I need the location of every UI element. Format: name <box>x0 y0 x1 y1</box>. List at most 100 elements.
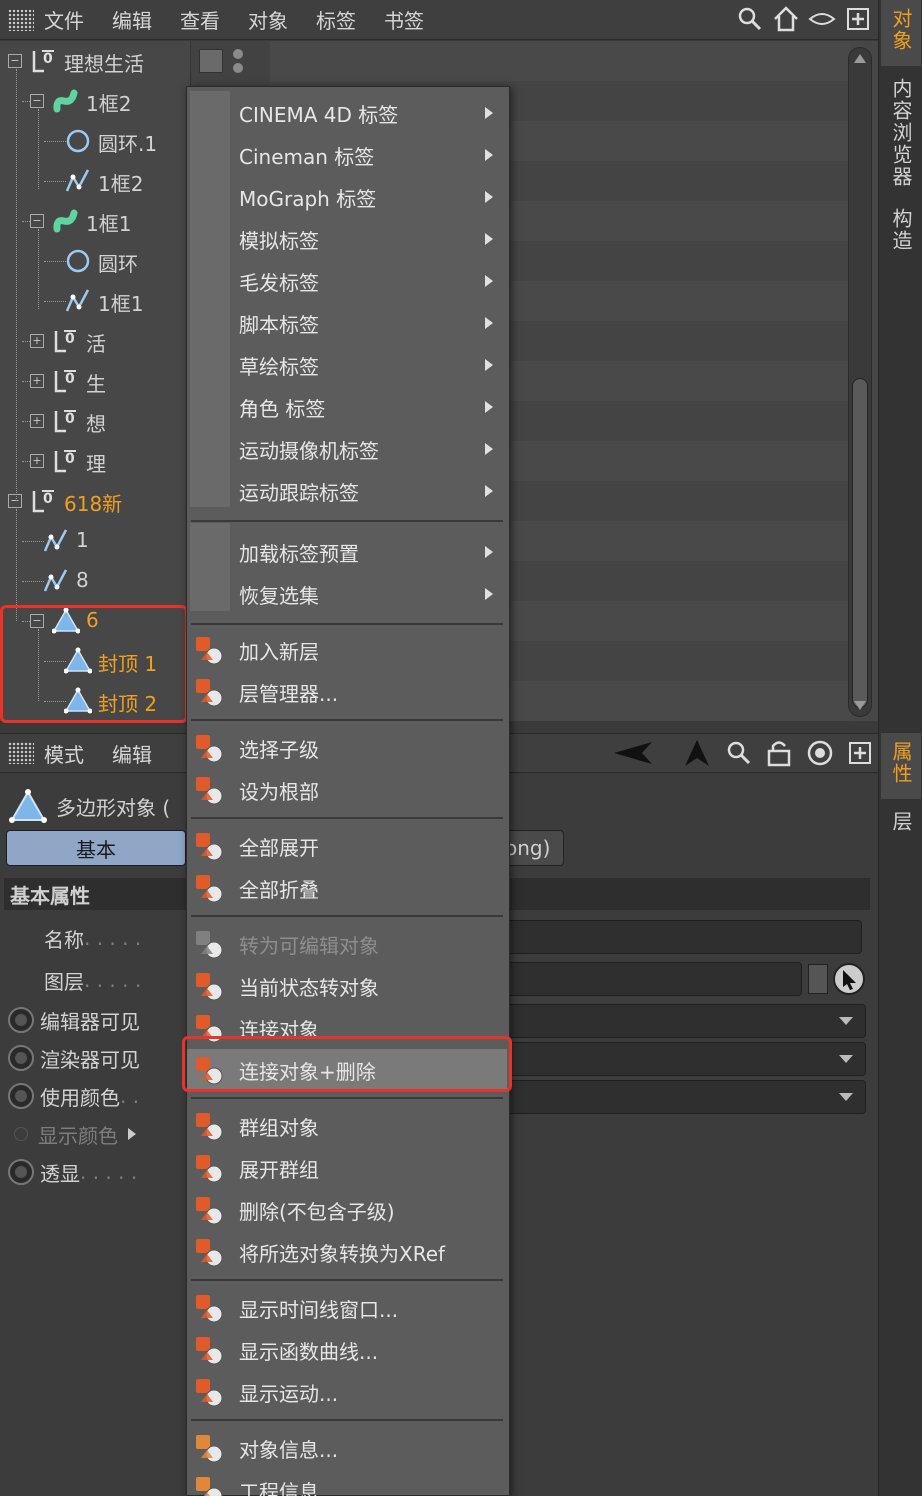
menu-item-group-1[interactable]: 展开群组 <box>187 1147 507 1189</box>
editor-visible-radio[interactable] <box>8 1007 34 1033</box>
menu-item-show-0[interactable]: 显示时间线窗口... <box>187 1287 507 1329</box>
panel-grip-icon[interactable] <box>8 8 34 31</box>
menu-item-show-1[interactable]: 显示函数曲线... <box>187 1329 507 1371</box>
use-color-radio[interactable] <box>8 1083 34 1109</box>
menu-item-layer-1[interactable]: 层管理器... <box>187 671 507 713</box>
object-label[interactable]: 圆环 <box>98 248 138 277</box>
menu-item-tag-5[interactable]: 脚本标签 <box>187 302 507 344</box>
attr-panel-grip-icon[interactable] <box>8 742 34 764</box>
expand-icon[interactable]: + <box>30 454 44 468</box>
menu-item-preset-0[interactable]: 加载标签预置 <box>187 531 507 573</box>
object-scrollbar[interactable] <box>848 47 872 717</box>
menu-item-convert-3[interactable]: 连接对象+删除 <box>187 1049 507 1091</box>
menu-item-tag-1[interactable]: Cineman 标签 <box>187 134 507 176</box>
up-arrow-icon[interactable] <box>682 738 712 768</box>
object-label[interactable]: 1框2 <box>86 88 131 117</box>
object-label[interactable]: 8 <box>76 568 89 592</box>
menu-item-hierarchy-0[interactable]: 选择子级 <box>187 727 507 769</box>
display-color-expand-icon[interactable] <box>128 1128 136 1140</box>
menu-item-tag-3[interactable]: 模拟标签 <box>187 218 507 260</box>
menu-item-tag-8[interactable]: 运动摄像机标签 <box>187 428 507 470</box>
menu-item-tag-7[interactable]: 角色 标签 <box>187 386 507 428</box>
pick-cursor-icon[interactable] <box>832 962 866 996</box>
menu-item-show-2[interactable]: 显示运动... <box>187 1371 507 1413</box>
object-label[interactable]: 封顶 2 <box>98 688 157 717</box>
attr-search-icon[interactable] <box>726 740 752 766</box>
tab-structure[interactable]: 构造 <box>881 200 921 266</box>
tab-basic[interactable]: 基本 <box>6 830 186 866</box>
menu-item-fold-0[interactable]: 全部展开 <box>187 825 507 867</box>
expand-icon[interactable]: + <box>30 414 44 428</box>
menu-item-fold-1[interactable]: 全部折叠 <box>187 867 507 909</box>
attr-menu-edit[interactable]: 编辑 <box>112 739 152 768</box>
tab-content-browser[interactable]: 内容浏览器 <box>881 70 921 196</box>
tab-layers[interactable]: 层 <box>881 803 921 847</box>
menu-edit[interactable]: 编辑 <box>112 5 152 34</box>
object-label[interactable]: 1框2 <box>98 168 143 197</box>
menu-view[interactable]: 查看 <box>180 5 220 34</box>
scroll-thumb[interactable] <box>852 378 868 708</box>
menu-object[interactable]: 对象 <box>248 5 288 34</box>
collapse-icon[interactable]: − <box>30 214 44 228</box>
menu-item-tag-2[interactable]: MoGraph 标签 <box>187 176 507 218</box>
menu-item-tag-0[interactable]: CINEMA 4D 标签 <box>187 92 507 134</box>
menu-item-preset-1[interactable]: 恢复选集 <box>187 573 507 615</box>
menu-item-tag-9[interactable]: 运动跟踪标签 <box>187 470 507 512</box>
object-label[interactable]: 1 <box>76 528 89 552</box>
use-color-dropdown[interactable] <box>506 1080 866 1114</box>
name-field[interactable] <box>506 920 862 954</box>
object-label[interactable]: 理 <box>86 448 106 477</box>
collapse-icon[interactable]: − <box>30 94 44 108</box>
expand-icon[interactable]: + <box>30 334 44 348</box>
object-label[interactable]: 封顶 1 <box>98 648 157 677</box>
menu-bookmarks[interactable]: 书签 <box>384 5 424 34</box>
render-dot-icon[interactable] <box>233 63 243 73</box>
object-label[interactable]: 想 <box>86 408 106 437</box>
menu-item-convert-2[interactable]: 连接对象 <box>187 1007 507 1049</box>
object-label[interactable]: 618新 <box>64 488 122 517</box>
menu-item-info-1[interactable]: 工程信息... <box>187 1469 507 1496</box>
menu-item-group-2[interactable]: 删除(不包含子级) <box>187 1189 507 1231</box>
lock-icon[interactable] <box>766 739 792 767</box>
new-window-icon[interactable] <box>844 4 872 34</box>
expand-icon[interactable]: + <box>30 374 44 388</box>
search-icon[interactable] <box>736 4 764 34</box>
collapse-icon[interactable]: − <box>8 494 22 508</box>
display-color-radio[interactable] <box>14 1127 28 1141</box>
object-label[interactable]: 1框1 <box>98 288 143 317</box>
menu-item-tag-4[interactable]: 毛发标签 <box>187 260 507 302</box>
menu-item-layer-0[interactable]: 加入新层 <box>187 629 507 671</box>
object-label[interactable]: 活 <box>86 328 106 357</box>
collapse-icon[interactable]: − <box>30 614 44 628</box>
menu-item-convert-0[interactable]: 转为可编辑对象 <box>187 923 507 965</box>
back-arrow-icon[interactable] <box>612 738 668 768</box>
tab-objects[interactable]: 对象 <box>881 0 921 66</box>
home-icon[interactable] <box>772 4 800 34</box>
eye-icon[interactable] <box>808 4 836 34</box>
editor-visible-dropdown[interactable] <box>506 1004 866 1038</box>
menu-item-tag-6[interactable]: 草绘标签 <box>187 344 507 386</box>
attr-new-window-icon[interactable] <box>848 741 872 765</box>
xray-radio[interactable] <box>8 1159 34 1185</box>
visibility-toggle-icon[interactable] <box>199 49 223 73</box>
menu-tags[interactable]: 标签 <box>316 5 356 34</box>
editor-dot-icon[interactable] <box>233 49 243 59</box>
object-label[interactable]: 生 <box>86 368 106 397</box>
object-label[interactable]: 圆环.1 <box>98 128 157 157</box>
tab-attributes[interactable]: 属性 <box>881 733 921 799</box>
render-visible-radio[interactable] <box>8 1045 34 1071</box>
render-visible-dropdown[interactable] <box>506 1042 866 1076</box>
object-label[interactable]: 6 <box>86 608 99 632</box>
menu-item-hierarchy-1[interactable]: 设为根部 <box>187 769 507 811</box>
collapse-icon[interactable]: − <box>8 54 22 68</box>
attr-menu-mode[interactable]: 模式 <box>44 739 84 768</box>
object-label[interactable]: 理想生活 <box>64 48 144 77</box>
menu-file[interactable]: 文件 <box>44 5 84 34</box>
object-label[interactable]: 1框1 <box>86 208 131 237</box>
target-icon[interactable] <box>806 739 834 767</box>
menu-item-group-0[interactable]: 群组对象 <box>187 1105 507 1147</box>
layer-field[interactable] <box>506 962 802 996</box>
layer-arrow-button[interactable] <box>808 964 828 994</box>
menu-item-convert-1[interactable]: 当前状态转对象 <box>187 965 507 1007</box>
menu-item-info-0[interactable]: 对象信息... <box>187 1427 507 1469</box>
